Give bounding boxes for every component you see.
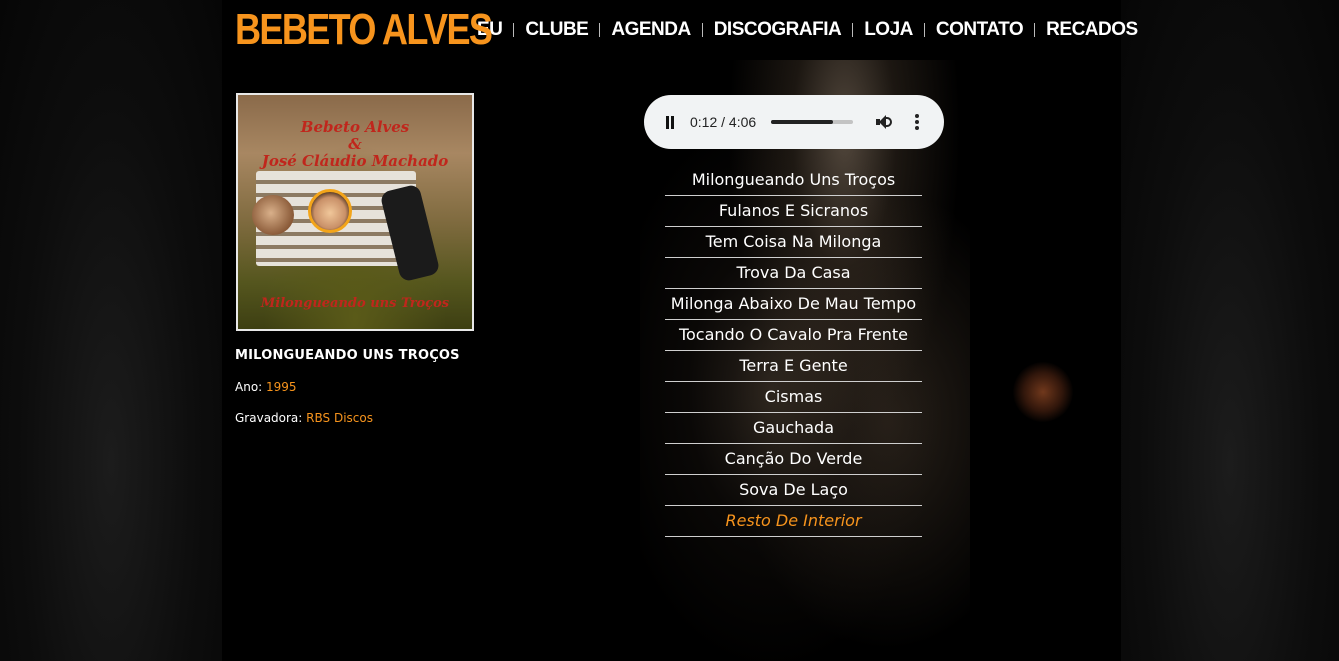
nav-loja[interactable]: LOJA	[864, 19, 913, 41]
track-item[interactable]: Sova De Laço	[665, 475, 922, 506]
track-item[interactable]: Trova Da Casa	[665, 258, 922, 289]
cover-portrait	[308, 189, 352, 233]
nav-separator	[599, 23, 601, 37]
track-item[interactable]: Fulanos E Sicranos	[665, 196, 922, 227]
track-item[interactable]: Terra E Gente	[665, 351, 922, 382]
progress-bar[interactable]	[771, 120, 854, 124]
cover-title-line: José Cláudio Machado	[261, 152, 449, 170]
track-item[interactable]: Milonga Abaixo De Mau Tempo	[665, 289, 922, 320]
nav-separator	[701, 23, 703, 37]
track-item[interactable]: Resto De Interior	[665, 506, 922, 537]
label-value: RBS Discos	[306, 411, 373, 425]
right-background	[1121, 0, 1339, 661]
album-year: Ano: 1995	[235, 380, 297, 394]
nav-separator	[923, 23, 925, 37]
track-item[interactable]: Gauchada	[665, 413, 922, 444]
year-label: Ano:	[235, 380, 263, 394]
cover-title-line: Bebeto Alves	[300, 118, 410, 136]
main-nav: EU CLUBE AGENDA DISCOGRAFIA LOJA CONTATO…	[477, 19, 1138, 41]
volume-icon[interactable]	[876, 114, 894, 130]
tattoo-detail	[1013, 362, 1073, 422]
nav-discografia[interactable]: DISCOGRAFIA	[714, 19, 842, 41]
track-item[interactable]: Tem Coisa Na Milonga	[665, 227, 922, 258]
nav-separator	[852, 23, 854, 37]
label-label: Gravadora:	[235, 411, 303, 425]
nav-contato[interactable]: CONTATO	[936, 19, 1024, 41]
nav-recados[interactable]: RECADOS	[1046, 19, 1138, 41]
track-item[interactable]: Cismas	[665, 382, 922, 413]
track-item[interactable]: Tocando O Cavalo Pra Frente	[665, 320, 922, 351]
year-value: 1995	[266, 380, 297, 394]
site-header: BEBETO ALVES EU CLUBE AGENDA DISCOGRAFIA…	[235, 4, 1138, 56]
track-list: Milongueando Uns Troços Fulanos E Sicrano…	[665, 165, 922, 537]
album-label: Gravadora: RBS Discos	[235, 411, 373, 425]
nav-separator	[1034, 23, 1036, 37]
pause-icon[interactable]	[664, 115, 676, 129]
site-logo[interactable]: BEBETO ALVES	[235, 5, 493, 55]
cover-portrait	[252, 195, 294, 235]
nav-separator	[513, 23, 515, 37]
player-time: 0:12 / 4:06	[690, 114, 757, 130]
cover-subtitle: Milongueando uns Troços	[260, 296, 450, 311]
left-background	[0, 0, 222, 661]
track-item[interactable]: Milongueando Uns Troços	[665, 165, 922, 196]
nav-clube[interactable]: CLUBE	[525, 19, 588, 41]
more-icon[interactable]	[915, 114, 920, 130]
cover-title: Bebeto Alves & José Cláudio Machado	[238, 119, 472, 170]
album-cover: Bebeto Alves & José Cláudio Machado Milo…	[236, 93, 474, 331]
cover-title-line: &	[348, 135, 362, 153]
track-item[interactable]: Canção Do Verde	[665, 444, 922, 475]
album-title: MILONGUEANDO UNS TROÇOS	[235, 348, 460, 363]
nav-agenda[interactable]: AGENDA	[611, 19, 691, 41]
cover-guitar-case	[379, 183, 441, 283]
audio-player: 0:12 / 4:06	[644, 95, 944, 149]
progress-fill	[771, 120, 834, 124]
